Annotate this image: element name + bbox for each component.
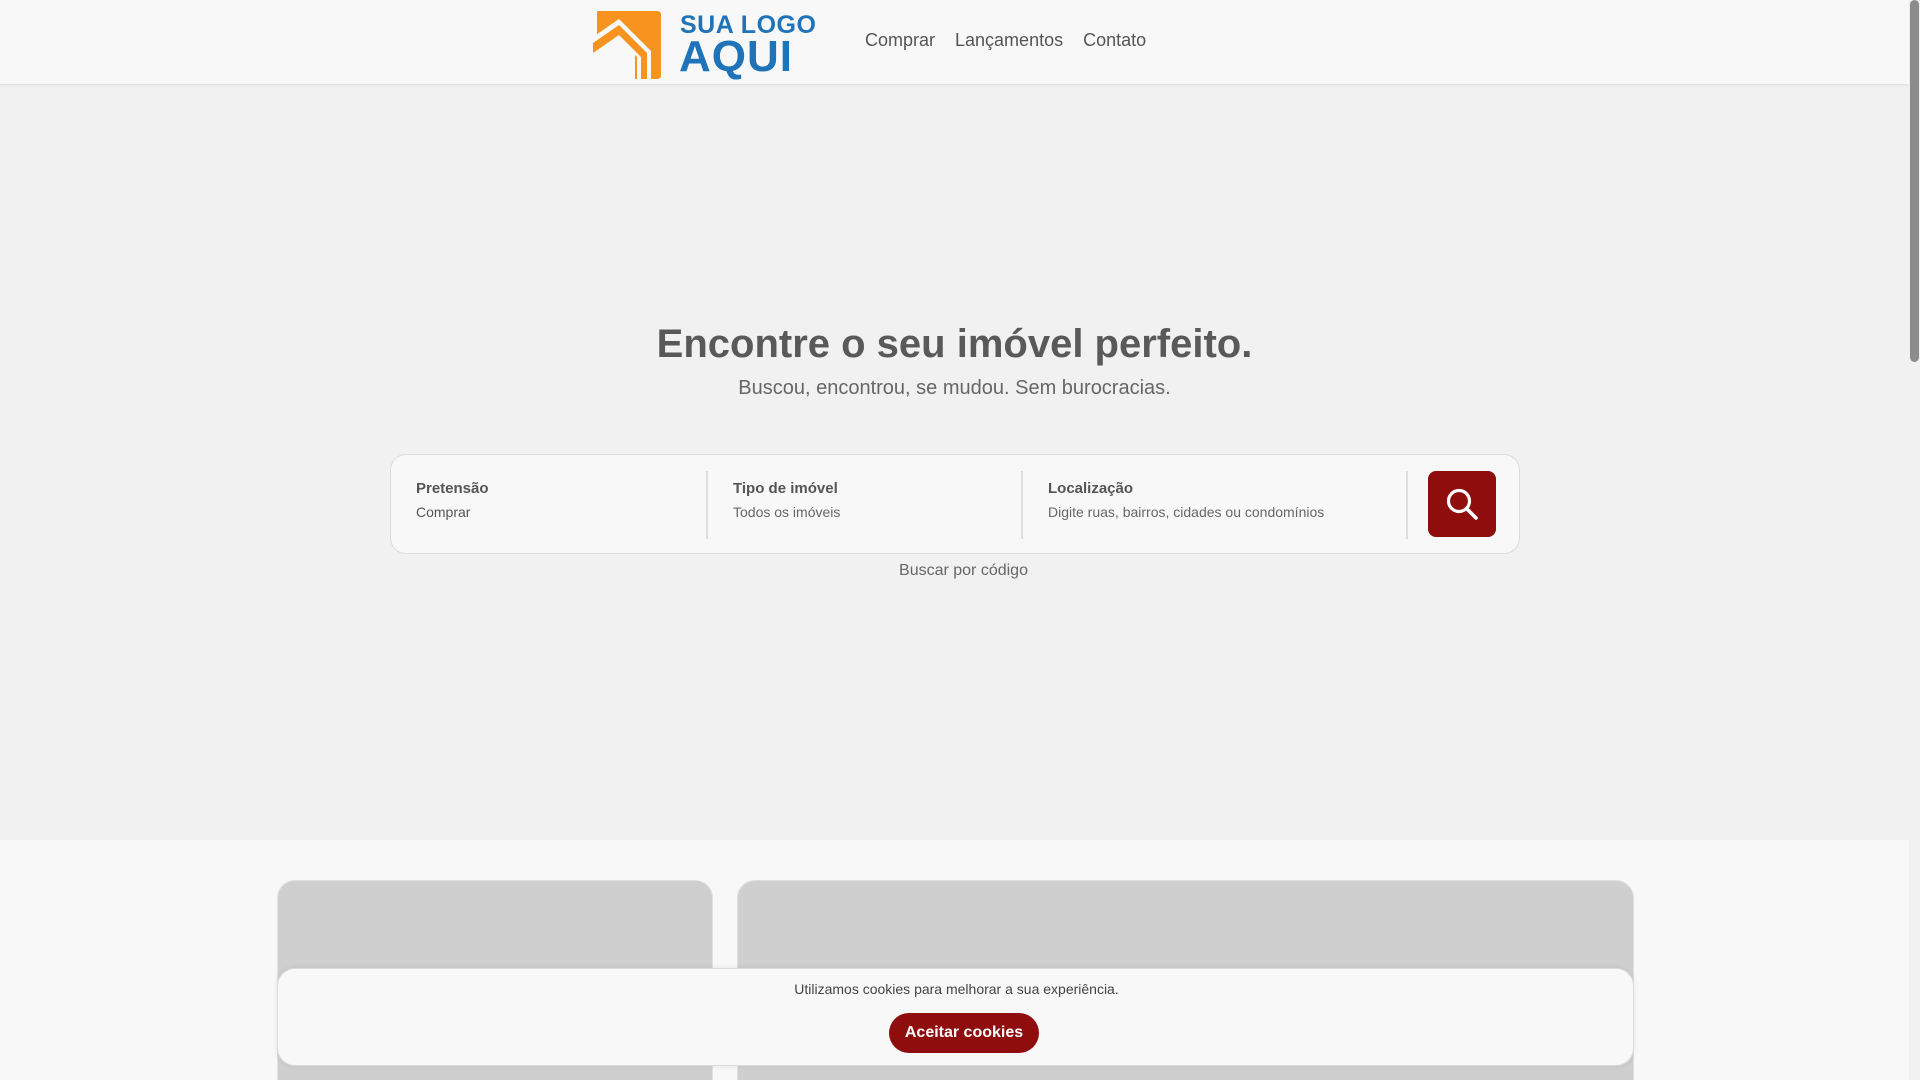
search-by-code-link[interactable]: Buscar por código [0,562,1920,580]
tipo-imovel-value: Todos os imóveis [733,504,841,520]
localizacao-input: Digite ruas, bairros, cidades ou condomí… [1048,504,1325,520]
accept-cookies-button[interactable]: Aceitar cookies [889,1013,1039,1053]
search-divider [1406,471,1408,539]
tipo-imovel-label: Tipo de imóvel [733,480,838,497]
house-logo-icon [593,11,661,79]
pretensao-value: Comprar [416,504,471,520]
page-scrollbar[interactable] [1909,0,1920,1080]
search-button[interactable] [1428,471,1496,537]
hero-section: Encontre o seu imóvel perfeito. Buscou, … [0,85,1909,840]
hero-subtitle: Buscou, encontrou, se mudou. Sem burocra… [738,377,1171,399]
nav-contato[interactable]: Contato [1083,30,1146,51]
cookie-banner: Utilizamos cookies para melhorar a sua e… [277,968,1634,1066]
localizacao-label: Localização [1048,480,1134,497]
search-icon [1446,488,1478,520]
pretensao-label: Pretensão [416,480,489,497]
main-nav: Comprar Lançamentos Contato [865,30,1146,51]
search-box: Pretensão Comprar Tipo de imóvel Todos o… [390,454,1520,554]
pretensao-field[interactable]: Pretensão Comprar [391,471,706,539]
nav-lancamentos[interactable]: Lançamentos [955,30,1063,51]
hero-title: Encontre o seu imóvel perfeito. [656,322,1253,366]
localizacao-field[interactable]: Localização Digite ruas, bairros, cidade… [1021,471,1406,539]
nav-comprar[interactable]: Comprar [865,30,935,51]
cookie-text: Utilizamos cookies para melhorar a sua e… [794,981,1119,997]
tipo-imovel-field[interactable]: Tipo de imóvel Todos os imóveis [706,471,1021,539]
scrollbar-thumb[interactable] [1910,0,1919,362]
site-header: SUA LOGO AQUI Comprar Lançamentos Contat… [0,0,1909,85]
site-logo[interactable]: SUA LOGO AQUI [591,7,816,81]
logo-text-bottom: AQUI [679,32,793,81]
